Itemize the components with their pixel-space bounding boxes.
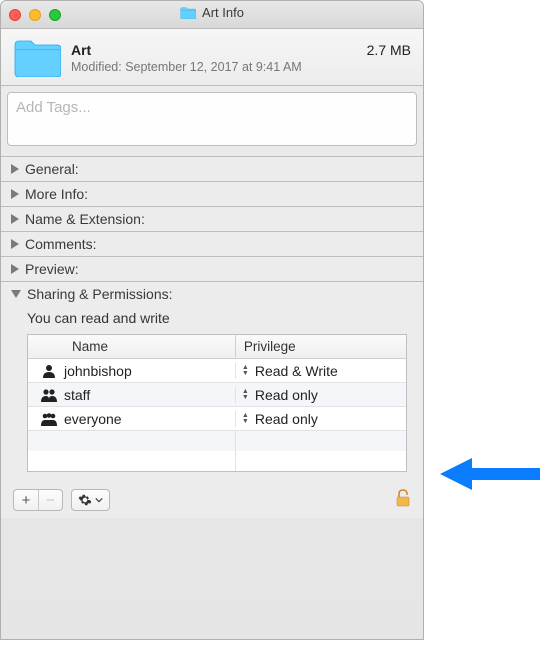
column-name[interactable]: Name	[28, 335, 236, 358]
item-name: Art	[71, 42, 91, 58]
disclosure-right-icon	[11, 214, 19, 224]
privilege-stepper-icon[interactable]: ▲▼	[242, 365, 249, 377]
privilege-value: Read & Write	[255, 363, 338, 379]
disclosure-right-icon	[11, 239, 19, 249]
close-icon[interactable]	[9, 9, 21, 21]
info-window: Art Info Art 2.7 MB Modified: September …	[0, 0, 424, 640]
section-comments[interactable]: Comments:	[1, 232, 423, 256]
folder-icon	[180, 7, 196, 19]
user-name: johnbishop	[64, 363, 132, 379]
gear-icon	[78, 493, 92, 507]
column-privilege[interactable]: Privilege	[236, 335, 406, 358]
privilege-stepper-icon[interactable]: ▲▼	[242, 413, 249, 425]
sharing-message: You can read and write	[27, 310, 407, 326]
lock-icon[interactable]	[395, 489, 411, 512]
minimize-icon[interactable]	[29, 9, 41, 21]
table-row[interactable]: johnbishop ▲▼ Read & Write	[28, 359, 406, 383]
window-controls	[9, 9, 61, 21]
section-more-info[interactable]: More Info:	[1, 182, 423, 206]
tags-input[interactable]: Add Tags...	[7, 92, 417, 146]
disclosure-right-icon	[11, 264, 19, 274]
table-row[interactable]: everyone ▲▼ Read only	[28, 407, 406, 431]
permissions-table: Name Privilege johnbishop ▲▼ Read & Writ…	[27, 334, 407, 472]
tags-placeholder: Add Tags...	[16, 99, 91, 116]
folder-icon	[13, 39, 61, 77]
section-general[interactable]: General:	[1, 157, 423, 181]
sharing-body: You can read and write Name Privilege jo…	[1, 306, 423, 482]
table-header: Name Privilege	[28, 335, 406, 359]
titlebar: Art Info	[1, 1, 423, 29]
item-modified: Modified: September 12, 2017 at 9:41 AM	[71, 60, 411, 74]
section-sharing-permissions[interactable]: Sharing & Permissions:	[1, 282, 423, 306]
user-single-icon	[40, 364, 58, 378]
user-group-icon	[40, 412, 58, 426]
action-menu-button[interactable]	[71, 489, 110, 511]
table-row[interactable]: staff ▲▼ Read only	[28, 383, 406, 407]
user-name: staff	[64, 387, 90, 403]
toolbar: + −	[1, 482, 423, 518]
title-text: Art Info	[202, 5, 244, 20]
remove-button[interactable]: −	[38, 490, 62, 510]
section-name-extension[interactable]: Name & Extension:	[1, 207, 423, 231]
privilege-value: Read only	[255, 387, 318, 403]
privilege-stepper-icon[interactable]: ▲▼	[242, 389, 249, 401]
chevron-down-icon	[95, 496, 103, 504]
disclosure-right-icon	[11, 189, 19, 199]
window-title: Art Info	[180, 5, 244, 20]
header: Art 2.7 MB Modified: September 12, 2017 …	[1, 29, 423, 86]
disclosure-right-icon	[11, 164, 19, 174]
user-name: everyone	[64, 411, 122, 427]
section-preview[interactable]: Preview:	[1, 257, 423, 281]
user-pair-icon	[40, 388, 58, 402]
table-row-empty	[28, 431, 406, 451]
privilege-value: Read only	[255, 411, 318, 427]
zoom-icon[interactable]	[49, 9, 61, 21]
disclosure-down-icon	[11, 290, 21, 298]
add-remove-segment: + −	[13, 489, 63, 511]
add-button[interactable]: +	[14, 490, 38, 510]
item-size: 2.7 MB	[367, 42, 411, 58]
table-row-empty	[28, 451, 406, 471]
callout-arrow-icon	[440, 454, 540, 494]
